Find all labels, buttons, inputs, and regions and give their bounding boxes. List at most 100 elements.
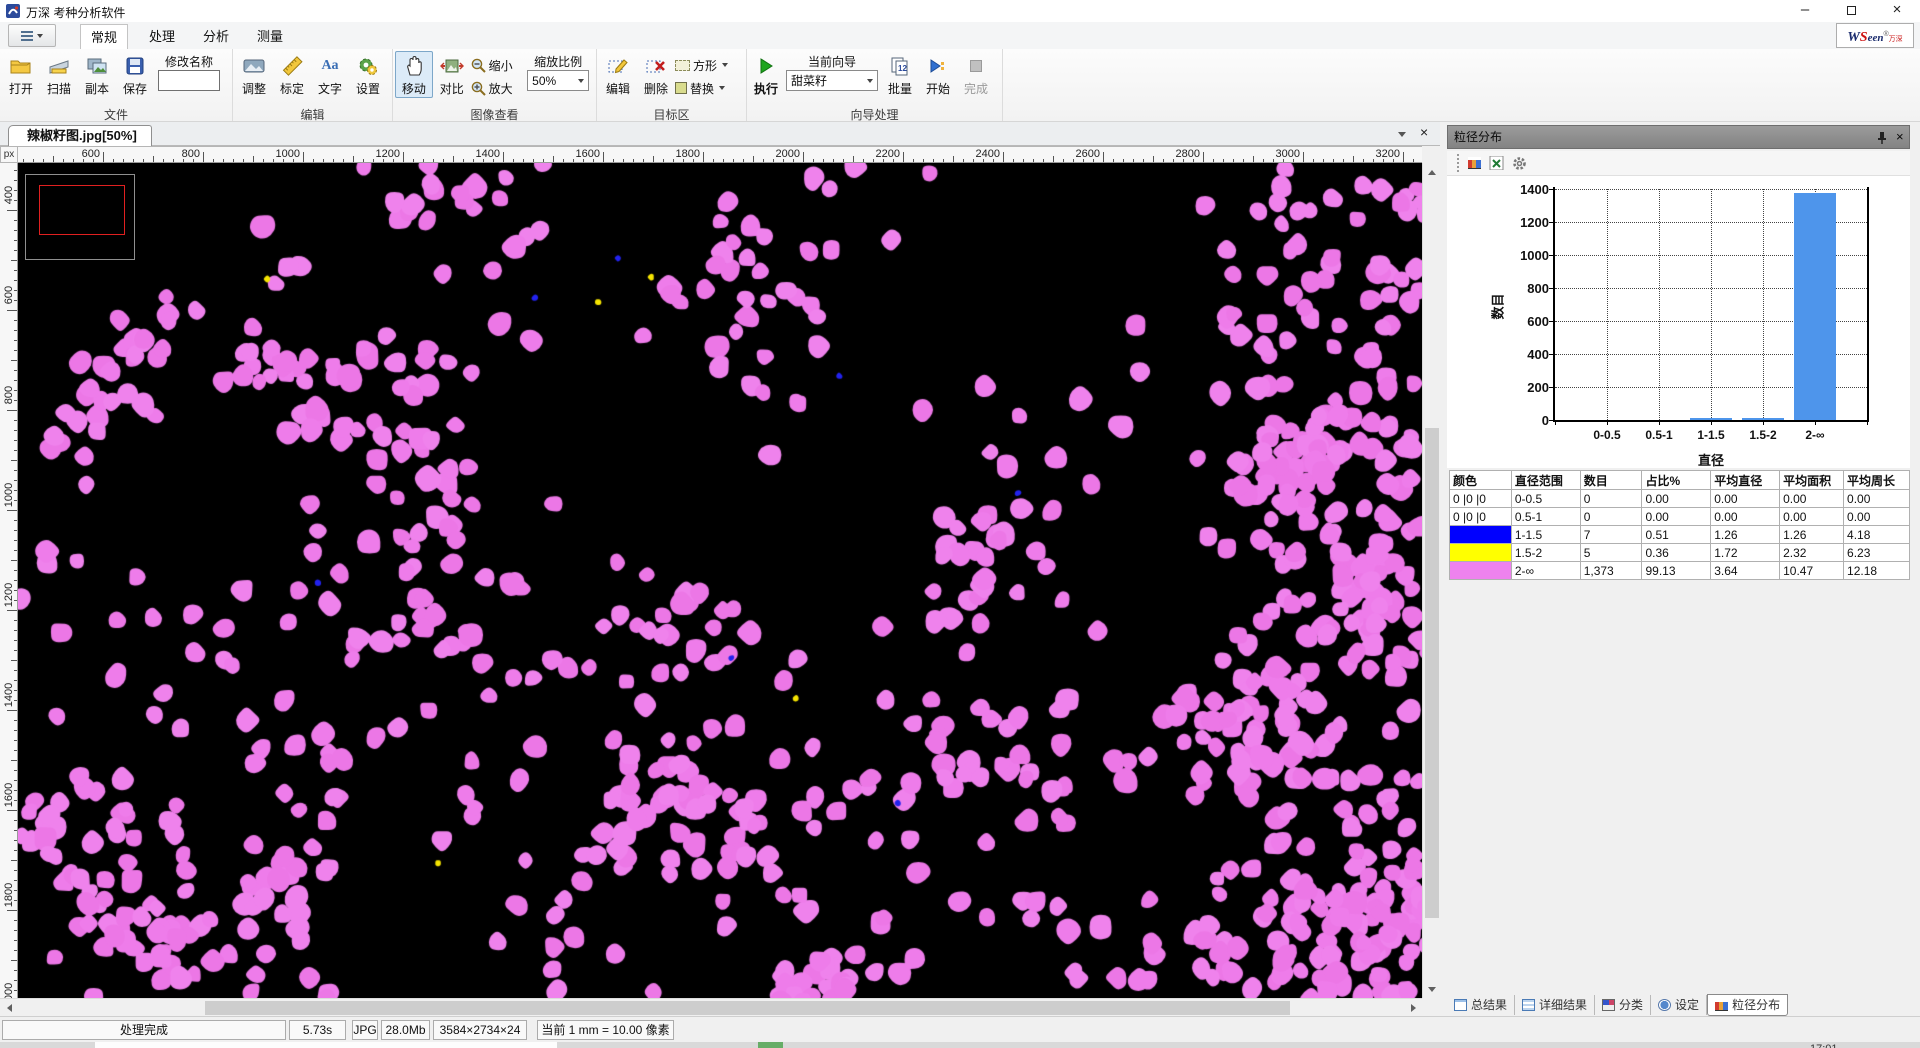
- ruler-tick: [1223, 159, 1224, 162]
- target-edit-button[interactable]: 编辑: [599, 51, 637, 97]
- ruler-tick: [11, 460, 17, 461]
- settings-button[interactable]: 设置: [349, 51, 387, 97]
- ruler-tick: [14, 750, 17, 751]
- ruler-tick: [14, 870, 17, 871]
- ruler-tick: [14, 820, 17, 821]
- table-cell: 1-1.5: [1511, 526, 1580, 544]
- move-button[interactable]: 移动: [395, 51, 433, 98]
- minimize-button[interactable]: –: [1782, 0, 1828, 22]
- vertical-scroll-thumb[interactable]: [1425, 428, 1439, 918]
- tab-general[interactable]: 常规: [80, 24, 128, 49]
- table-cell: 1.26: [1780, 526, 1844, 544]
- column-header: 平均周长: [1844, 471, 1910, 490]
- start-button[interactable]: 开始: [919, 51, 957, 97]
- ruler-tick: [11, 360, 17, 361]
- zoom-ratio-combobox[interactable]: 50%: [527, 70, 589, 91]
- ruler-tick: [313, 159, 314, 162]
- ruler-tick: [553, 156, 554, 162]
- floppy-disk-icon: [126, 53, 144, 79]
- panel-tab-detail[interactable]: 详细结果: [1515, 995, 1595, 1015]
- zoom-in-button[interactable]: 放大: [471, 78, 523, 98]
- text-button[interactable]: Aa 文字: [311, 51, 349, 97]
- panel-tab-chart[interactable]: 粒径分布: [1707, 994, 1788, 1016]
- ruler-tick: [543, 159, 544, 162]
- ruler-tick: [723, 159, 724, 162]
- navigator-viewport-rect[interactable]: [39, 185, 125, 235]
- table-cell: 0.5-1: [1511, 508, 1580, 526]
- tab-list-dropdown-icon[interactable]: [1398, 132, 1406, 137]
- table-row[interactable]: 0 |0 |00.5-100.000.000.000.00: [1450, 508, 1910, 526]
- duplicate-button[interactable]: 副本: [78, 51, 116, 97]
- app-menu-button[interactable]: [8, 24, 56, 47]
- replace-region-button[interactable]: 替换: [675, 78, 741, 98]
- scroll-down-button[interactable]: [1423, 980, 1441, 998]
- calibrate-button[interactable]: 标定: [273, 51, 311, 97]
- table-cell: 0: [1580, 508, 1642, 526]
- table-cell: 1.26: [1711, 526, 1780, 544]
- column-header: 平均面积: [1780, 471, 1844, 490]
- ruler-tick: [533, 159, 534, 162]
- panel-tab-classify[interactable]: 分类: [1595, 995, 1651, 1015]
- ruler-tick: [1323, 159, 1324, 162]
- open-button[interactable]: 打开: [2, 51, 40, 97]
- tab-analyze[interactable]: 分析: [192, 24, 240, 49]
- scan-button[interactable]: 扫描: [40, 51, 78, 97]
- vertical-scrollbar[interactable]: [1422, 163, 1440, 998]
- excel-export-icon[interactable]: [1489, 156, 1504, 170]
- pin-icon[interactable]: [1876, 131, 1888, 145]
- zoom-out-button[interactable]: 缩小: [471, 55, 523, 75]
- group-label-target: 目标区: [599, 106, 744, 121]
- batch-button[interactable]: 12 批量: [881, 51, 919, 97]
- square-region-button[interactable]: 方形: [675, 55, 741, 75]
- image-canvas[interactable]: [18, 163, 1422, 998]
- taskbar-app-button[interactable]: [95, 1042, 557, 1048]
- save-button[interactable]: 保存: [116, 51, 154, 97]
- ruler-tick: [113, 159, 114, 162]
- scroll-up-button[interactable]: [1423, 163, 1441, 181]
- panel-tab-config[interactable]: 设定: [1651, 995, 1707, 1015]
- ruler-tick: [14, 770, 17, 771]
- y-tick-label: 800: [1507, 281, 1549, 296]
- document-close-icon[interactable]: ×: [1420, 124, 1428, 140]
- tab-measure[interactable]: 测量: [246, 24, 294, 49]
- overview-navigator[interactable]: [25, 174, 135, 260]
- horizontal-scrollbar[interactable]: [0, 998, 1422, 1016]
- group-view: 移动 对比 缩小 放大 缩放比例: [393, 49, 597, 121]
- ruler-label: 600: [60, 148, 100, 160]
- panel-close-icon[interactable]: ×: [1896, 126, 1904, 148]
- y-axis: [1553, 187, 1555, 422]
- table-row[interactable]: 1.5-250.361.722.326.23: [1450, 544, 1910, 562]
- ruler-tick: [853, 156, 854, 162]
- ruler-tick: [223, 159, 224, 162]
- adjust-button[interactable]: 调整: [235, 51, 273, 97]
- ruler-tick: [933, 159, 934, 162]
- horizontal-scroll-thumb[interactable]: [205, 1001, 1290, 1015]
- scroll-right-button[interactable]: [1404, 999, 1422, 1017]
- ruler-label: 2400: [960, 148, 1000, 160]
- compare-button[interactable]: 对比: [433, 51, 471, 97]
- run-button[interactable]: 执行: [749, 51, 783, 97]
- ruler-tick: [14, 570, 17, 571]
- color-swatch-cell: [1450, 544, 1512, 562]
- table-row[interactable]: 0 |0 |00-0.500.000.000.000.00: [1450, 490, 1910, 508]
- target-delete-button[interactable]: 删除: [637, 51, 675, 97]
- document-tab[interactable]: 辣椒籽图.jpg[50%]: [8, 125, 152, 146]
- close-button[interactable]: ×: [1874, 0, 1920, 22]
- maximize-button[interactable]: [1828, 0, 1874, 22]
- ruler-tick: [14, 650, 17, 651]
- ruler-tick: [1043, 159, 1044, 162]
- rename-input[interactable]: [158, 70, 220, 91]
- panel-tab-label: 总结果: [1471, 996, 1507, 1013]
- table-cell: 0.00: [1642, 508, 1711, 526]
- scroll-left-button[interactable]: [0, 999, 18, 1017]
- tab-process[interactable]: 处理: [138, 24, 186, 49]
- chart-tool-icon[interactable]: [1468, 157, 1481, 169]
- table-row[interactable]: 2-∞1,37399.133.6410.4712.18: [1450, 562, 1910, 580]
- ruler-tick: [253, 156, 254, 162]
- settings-gear-icon[interactable]: [1512, 156, 1527, 171]
- table-row[interactable]: 1-1.570.511.261.264.18: [1450, 526, 1910, 544]
- finish-button[interactable]: 完成: [957, 51, 995, 97]
- ruler-tick: [1313, 159, 1314, 162]
- current-wizard-combobox[interactable]: 甜菜籽: [786, 70, 878, 91]
- panel-tab-summary[interactable]: 总结果: [1447, 995, 1515, 1015]
